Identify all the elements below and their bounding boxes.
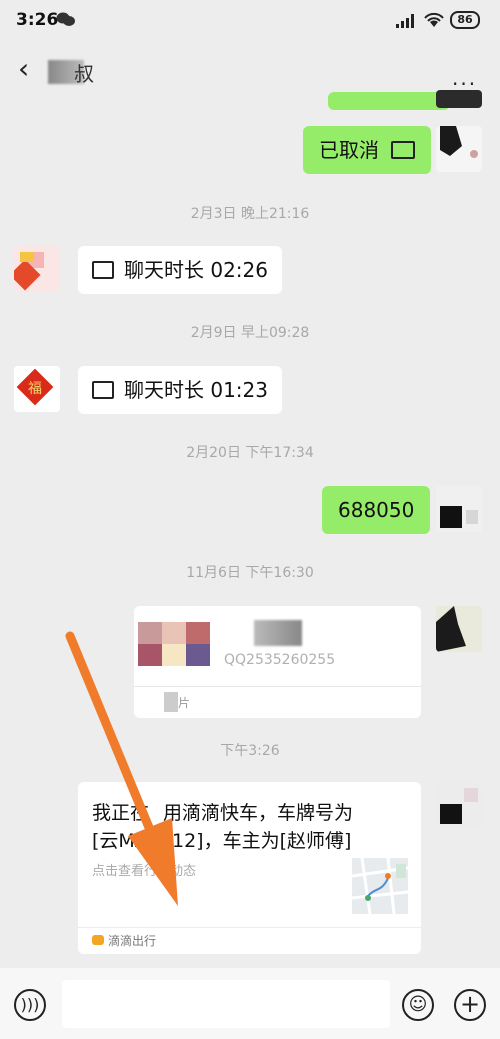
contact-card[interactable]: QQ2535260255 片: [134, 606, 421, 718]
phone-icon: [391, 140, 416, 159]
cancelled-call-bubble[interactable]: 已取消: [303, 126, 432, 174]
didi-trip-card[interactable]: 我正在 用滴滴快车，车牌号为 [云MA6112]，车主为[赵师傅] 点击查看行程动…: [78, 782, 421, 954]
card-footer-blur: [164, 692, 178, 712]
trip-subtitle: 点击查看行程动态: [92, 864, 197, 879]
card-name-blur: [254, 620, 302, 646]
avatar-image: [436, 126, 482, 172]
timestamp: 2月3日 晚上21:16: [190, 206, 310, 222]
message-input[interactable]: [62, 980, 390, 1028]
didi-logo-icon: [92, 935, 104, 945]
video-call-icon: [92, 260, 114, 279]
call-duration: 聊天时长 01:23: [124, 378, 268, 402]
map-thumbnail: [352, 858, 408, 914]
wechat-icon: [56, 12, 75, 26]
call-duration: 聊天时长 02:26: [124, 258, 268, 282]
avatar-image: [436, 486, 482, 532]
plus-icon[interactable]: +: [454, 989, 486, 1021]
timestamp: 2月20日 下午17:34: [186, 445, 314, 461]
self-avatar[interactable]: [436, 606, 482, 652]
svg-text:福: 福: [28, 381, 42, 397]
timestamp: 2月9日 早上09:28: [190, 325, 310, 341]
card-footer: 片: [178, 696, 191, 710]
more-menu-icon[interactable]: ...: [452, 66, 477, 90]
card-divider: [78, 927, 421, 928]
self-avatar-partial[interactable]: [436, 90, 482, 108]
cancelled-label: 已取消: [319, 138, 379, 162]
status-time: 3:26: [16, 10, 59, 30]
signal-icon: [396, 14, 414, 28]
card-qq-id: QQ2535260255: [224, 652, 336, 668]
message-bubble[interactable]: 688050: [322, 486, 431, 534]
contact-name[interactable]: 叔: [74, 58, 94, 86]
status-bar: 3:26 86: [0, 0, 500, 40]
emoji-icon[interactable]: ☺: [402, 989, 434, 1021]
trip-line-1: 我正在 用滴滴快车，车牌号为: [92, 802, 354, 824]
chat-header: ‹ 叔 ...: [0, 40, 500, 100]
self-avatar[interactable]: [436, 782, 482, 828]
contact-avatar[interactable]: [14, 246, 60, 292]
input-bar: ))) ☺ +: [0, 968, 500, 1039]
voice-input-icon[interactable]: ))): [14, 989, 46, 1021]
card-avatar-grid: [138, 622, 210, 666]
back-icon[interactable]: ‹: [18, 55, 34, 83]
avatar-image: [436, 782, 482, 828]
video-call-icon: [92, 380, 114, 399]
message-list[interactable]: 已取消 2月3日 晚上21:16 聊天时长 02:26 2月9日 早上09:28…: [0, 90, 500, 968]
timestamp: 11月6日 下午16:30: [186, 565, 314, 581]
contact-avatar[interactable]: 福: [14, 366, 60, 412]
avatar-image: 福: [14, 366, 60, 412]
self-avatar[interactable]: [436, 486, 482, 532]
message-bubble-partial[interactable]: [328, 92, 450, 110]
battery-indicator: 86: [450, 11, 480, 29]
wifi-icon: [424, 12, 444, 27]
timestamp: 下午3:26: [220, 743, 280, 759]
trip-line-2: [云MA6112]，车主为[赵师傅]: [92, 830, 352, 852]
video-call-bubble[interactable]: 聊天时长 02:26: [78, 246, 282, 294]
avatar-image: [14, 246, 60, 292]
avatar-image: [436, 606, 482, 652]
didi-footer: 滴滴出行: [108, 934, 157, 948]
card-divider: [134, 686, 421, 687]
self-avatar[interactable]: [436, 126, 482, 172]
video-call-bubble[interactable]: 聊天时长 01:23: [78, 366, 282, 414]
